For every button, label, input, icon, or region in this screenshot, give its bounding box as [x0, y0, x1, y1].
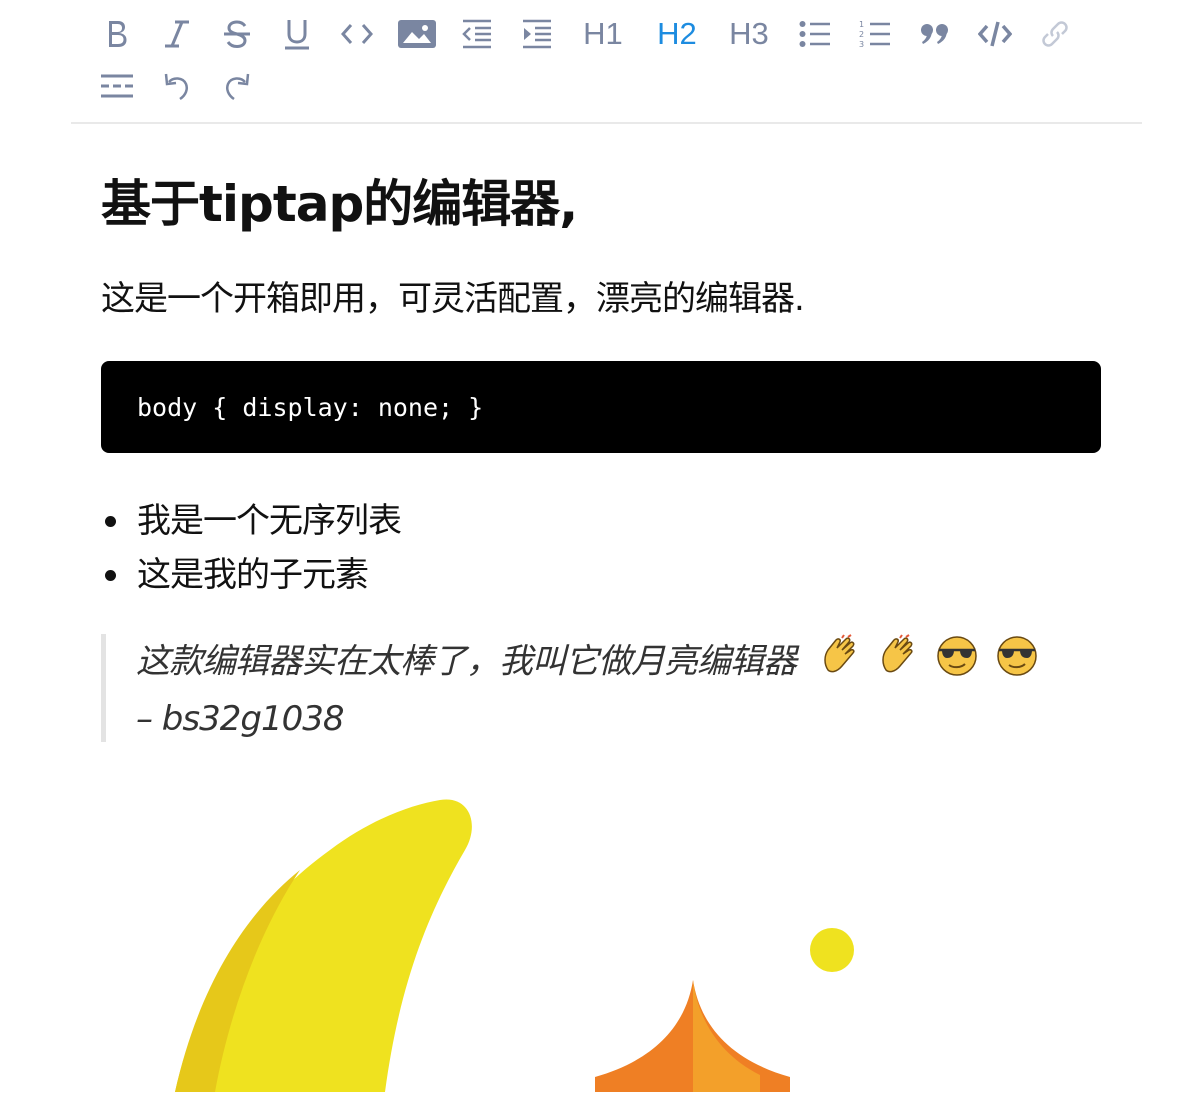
h2-label: H2	[657, 16, 697, 51]
h3-label: H3	[729, 16, 769, 51]
svg-text:1: 1	[859, 20, 864, 29]
blockquote-button[interactable]	[913, 12, 957, 56]
blockquote[interactable]: 这款编辑器实在太棒了，我叫它做月亮编辑器 – bs32g1038	[101, 634, 1091, 742]
star-icon	[595, 980, 790, 1092]
dot-icon	[810, 928, 854, 972]
code-block[interactable]: body { display: none; }	[101, 361, 1101, 453]
code-block-button[interactable]	[973, 12, 1017, 56]
heading-1-button[interactable]: H1	[579, 12, 627, 56]
image-button[interactable]	[395, 12, 439, 56]
image-icon	[398, 20, 436, 48]
underline-button[interactable]	[275, 12, 319, 56]
ordered-list-button[interactable]: 1 2 3	[853, 12, 897, 56]
svg-text:2: 2	[859, 30, 864, 39]
document-title[interactable]: 基于tiptap的编辑器,	[101, 172, 578, 236]
ordered-list-icon: 1 2 3	[859, 20, 890, 49]
list-item[interactable]: 这是我的子元素	[101, 548, 401, 602]
strike-button[interactable]	[215, 12, 259, 56]
horizontal-rule-icon	[101, 74, 133, 98]
italic-icon	[165, 20, 189, 48]
bullet-list[interactable]: 我是一个无序列表 这是我的子元素	[101, 494, 402, 602]
sunglasses-face-icon	[995, 634, 1039, 692]
clapping-hands-icon	[820, 634, 862, 692]
undo-button[interactable]	[155, 64, 199, 108]
horizontal-rule-button[interactable]	[95, 64, 139, 108]
indent-icon	[523, 19, 551, 49]
list-item[interactable]: 我是一个无序列表	[101, 494, 402, 548]
link-icon	[1042, 21, 1068, 47]
list-item-text: 我是一个无序列表	[137, 501, 402, 541]
svg-text:3: 3	[859, 40, 864, 49]
heading-2-button[interactable]: H2	[653, 12, 701, 56]
quote-icon	[921, 24, 948, 44]
bullet-dot	[105, 516, 116, 527]
italic-button[interactable]	[155, 12, 199, 56]
sunglasses-face-icon	[935, 634, 979, 692]
bullet-list-button[interactable]	[793, 12, 837, 56]
list-item-text: 这是我的子元素	[137, 555, 369, 595]
undo-icon	[164, 73, 188, 101]
bold-button[interactable]	[95, 12, 139, 56]
moon-star-illustration	[0, 780, 1197, 1092]
quote-text-line: 这款编辑器实在太棒了，我叫它做月亮编辑器	[136, 634, 1091, 692]
bullet-dot	[105, 570, 116, 581]
code-block-icon	[978, 21, 1012, 47]
redo-button[interactable]	[215, 64, 259, 108]
link-button[interactable]	[1033, 12, 1077, 56]
code-icon	[341, 24, 373, 44]
code-text: body { display: none; }	[137, 392, 484, 422]
quote-text: 这款编辑器实在太棒了，我叫它做月亮编辑器	[136, 641, 797, 682]
bullet-list-icon	[799, 21, 830, 47]
h1-label: H1	[583, 16, 623, 51]
strikethrough-icon	[224, 20, 250, 49]
code-button[interactable]	[335, 12, 379, 56]
bold-icon	[109, 21, 127, 47]
outdent-icon	[462, 19, 491, 49]
outdent-button[interactable]	[455, 12, 499, 56]
heading-3-button[interactable]: H3	[725, 12, 773, 56]
editor-toolbar: H1 H2 H3 1 2 3	[71, 0, 1142, 124]
clapping-hands-icon	[878, 634, 920, 692]
redo-icon	[226, 73, 250, 101]
underline-icon	[285, 20, 309, 50]
indent-button[interactable]	[515, 12, 559, 56]
intro-paragraph[interactable]: 这是一个开箱即用，可灵活配置，漂亮的编辑器.	[101, 276, 805, 322]
quote-author: – bs32g1038	[136, 699, 344, 739]
